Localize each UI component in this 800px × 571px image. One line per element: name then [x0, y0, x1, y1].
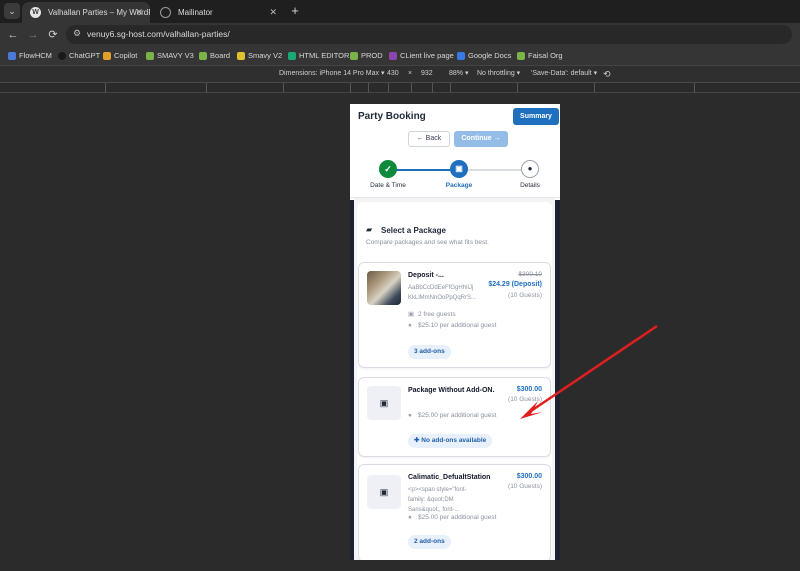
arrow-head	[520, 401, 543, 419]
annotation-arrow	[520, 324, 658, 419]
arrow-shaft	[527, 324, 658, 415]
